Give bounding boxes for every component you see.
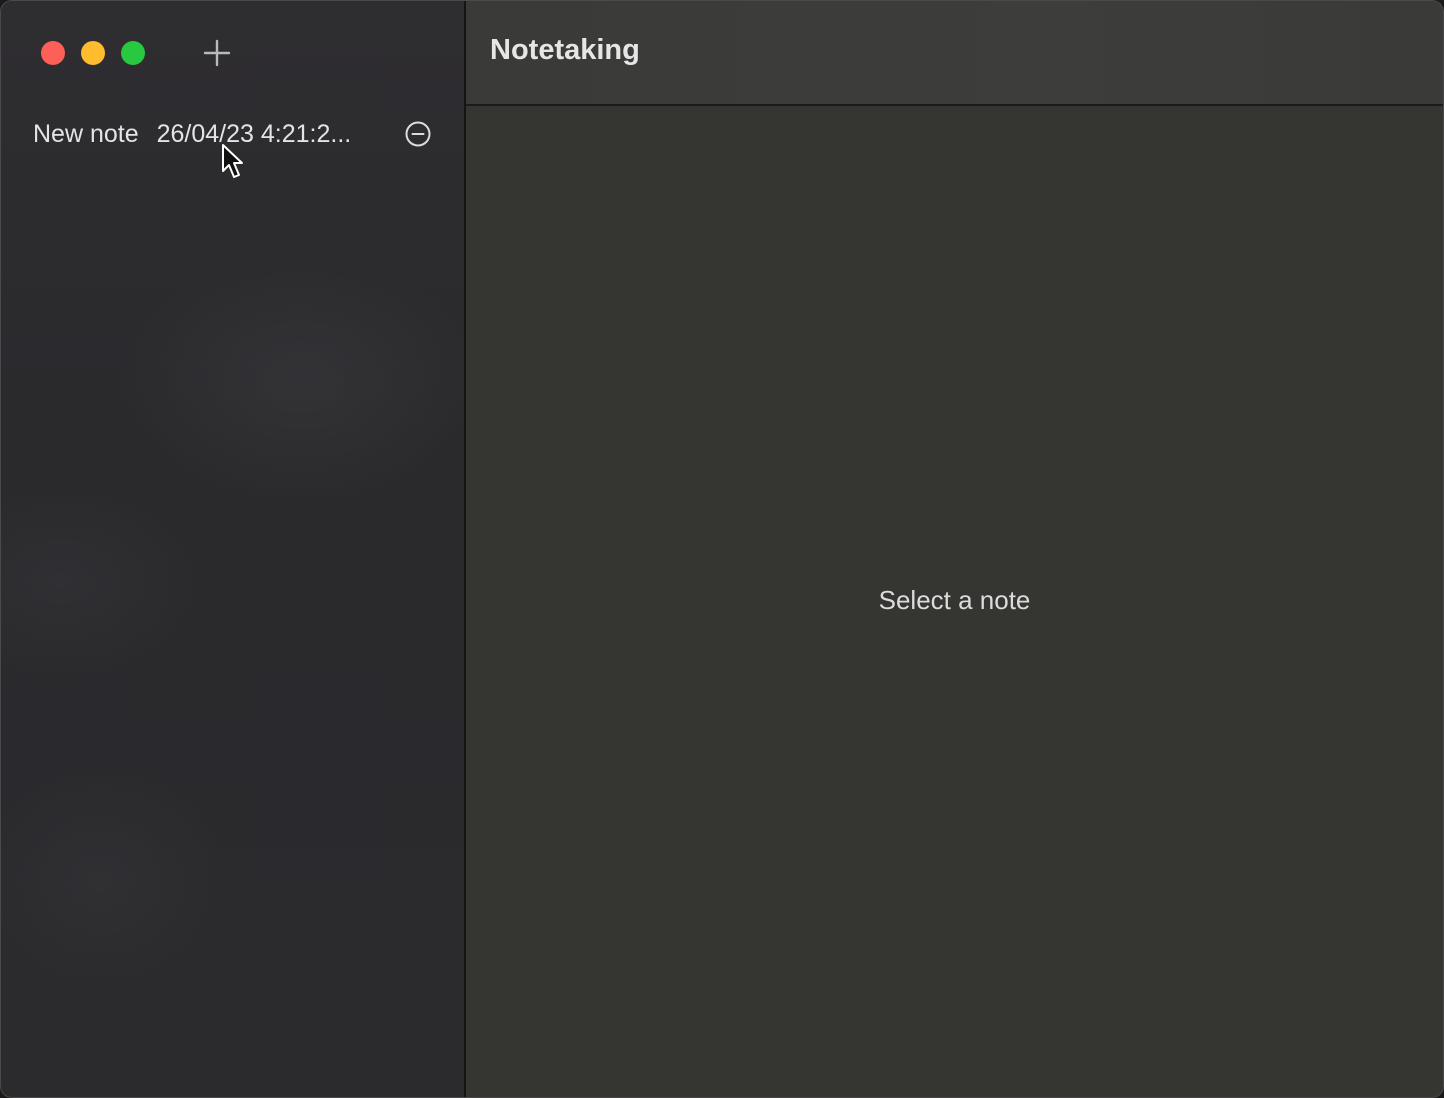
empty-state-message: Select a note: [878, 585, 1031, 615]
note-date: 26/04/23 4:21:2...: [156, 119, 352, 148]
minus-circle-icon: [405, 121, 431, 147]
sidebar: New note 26/04/23 4:21:2...: [1, 1, 466, 1097]
add-note-button[interactable]: [199, 35, 235, 71]
maximize-window-button[interactable]: [121, 41, 145, 65]
plus-icon: [203, 39, 231, 67]
app-window: New note 26/04/23 4:21:2... Notetaking S…: [0, 0, 1444, 1098]
toolbar: Notetaking: [466, 1, 1443, 106]
delete-note-button[interactable]: [403, 119, 433, 149]
close-window-button[interactable]: [41, 41, 65, 65]
page-title: Notetaking: [490, 34, 640, 66]
mouse-cursor-icon: [222, 144, 243, 178]
minimize-window-button[interactable]: [81, 41, 105, 65]
note-title: New note: [33, 119, 139, 148]
main-pane: Notetaking Select a note: [466, 1, 1443, 1097]
